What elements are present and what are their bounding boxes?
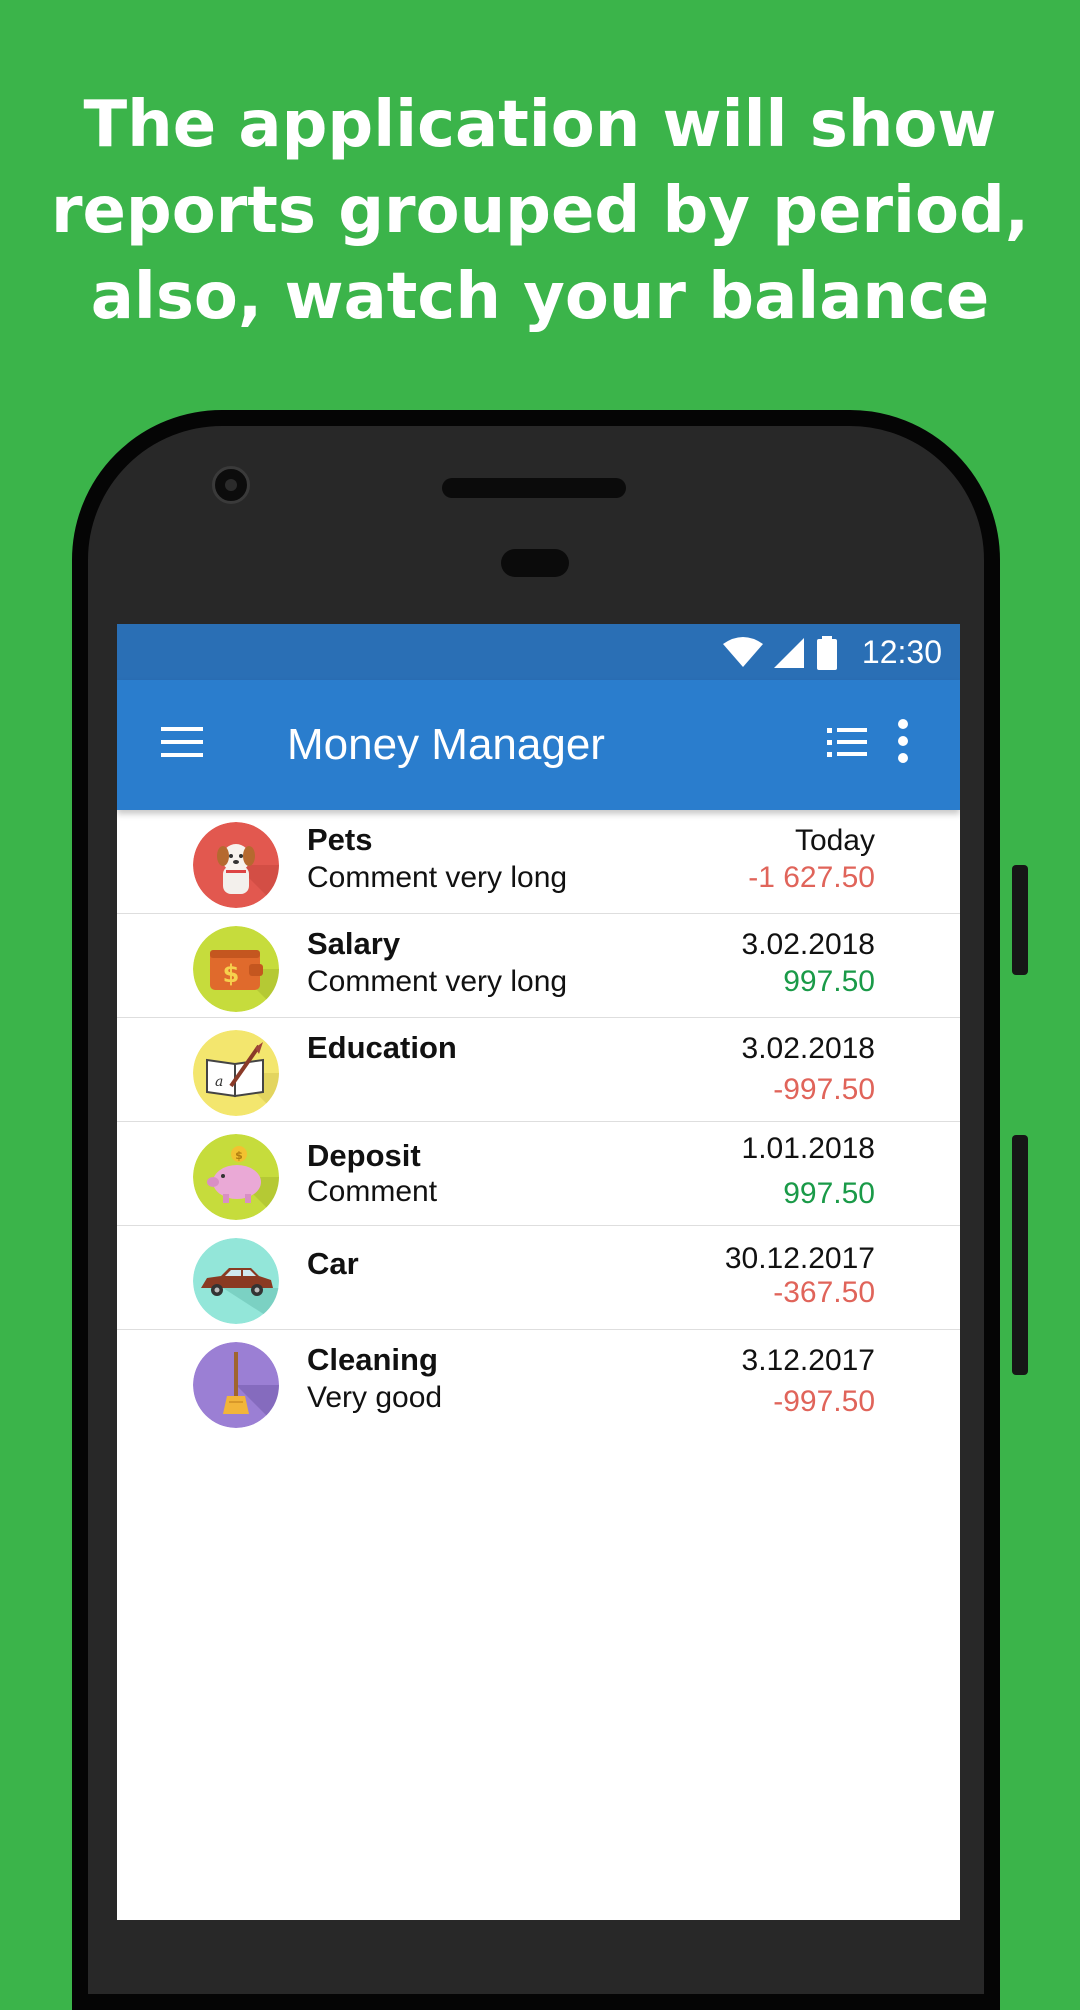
category-avatar: $ [193, 926, 279, 1012]
transaction-row-salary[interactable]: $ Salary Comment very long 3.02.2018 997… [117, 914, 960, 1018]
book-quill-icon: a [193, 1030, 279, 1116]
app-bar: Money Manager [117, 680, 960, 810]
promo-headline: The application will show reports groupe… [0, 82, 1080, 340]
headline-line-2: reports grouped by period, [50, 174, 1030, 248]
svg-text:$: $ [223, 960, 240, 988]
dog-icon [193, 822, 279, 908]
earpiece-speaker [442, 478, 626, 498]
transaction-amount: -997.50 [773, 1385, 875, 1418]
transaction-comment: Very good [307, 1381, 443, 1414]
transaction-row-cleaning[interactable]: Cleaning Very good 3.12.2017 -997.50 [117, 1330, 960, 1434]
status-icons [714, 636, 840, 670]
wifi-icon [723, 637, 763, 667]
phone-power-button [1012, 1135, 1028, 1375]
svg-text:$: $ [235, 1149, 243, 1162]
transaction-row-deposit[interactable]: $ Deposit Comment 1.01.2018 997.50 [117, 1122, 960, 1226]
headline-line-3: also, watch your balance [90, 260, 990, 334]
transaction-date: Today [794, 824, 875, 857]
category-name: Salary [307, 926, 401, 961]
car-icon [193, 1238, 279, 1324]
front-camera [212, 466, 250, 504]
transaction-date: 3.02.2018 [741, 1032, 875, 1065]
phone-volume-button [1012, 865, 1028, 975]
transaction-amount: -997.50 [773, 1073, 875, 1106]
cell-signal-icon [774, 638, 804, 668]
category-name: Car [307, 1246, 359, 1281]
category-avatar [193, 822, 279, 908]
category-avatar: a [193, 1030, 279, 1116]
transaction-date: 30.12.2017 [724, 1242, 875, 1275]
status-time: 12:30 [861, 634, 942, 670]
category-avatar [193, 1238, 279, 1324]
wallet-icon: $ [193, 926, 279, 1012]
category-name: Education [307, 1030, 457, 1065]
transaction-date: 3.02.2018 [741, 928, 875, 961]
app-title: Money Manager [287, 720, 605, 769]
broom-icon [193, 1342, 279, 1428]
transaction-amount: -1 627.50 [748, 861, 875, 894]
status-bar: 12:30 [117, 624, 960, 680]
more-vert-icon[interactable] [895, 718, 911, 764]
list-view-icon[interactable] [827, 725, 867, 759]
battery-icon [817, 636, 837, 670]
transaction-row-pets[interactable]: Pets Comment very long Today -1 627.50 [117, 810, 960, 914]
category-avatar: $ [193, 1134, 279, 1220]
transaction-date: 1.01.2018 [741, 1132, 875, 1165]
transaction-amount: 997.50 [783, 1177, 875, 1210]
transaction-list: Pets Comment very long Today -1 627.50 $… [117, 810, 960, 1434]
transaction-amount: 997.50 [783, 965, 875, 998]
transaction-comment: Comment very long [307, 861, 568, 894]
hamburger-menu-icon[interactable] [161, 725, 203, 759]
category-name: Pets [307, 822, 373, 857]
proximity-sensor [501, 549, 569, 577]
phone-screen: 12:30 Money Manager Pets Comment very lo… [117, 624, 960, 1920]
headline-line-1: The application will show [83, 88, 997, 162]
transaction-row-education[interactable]: a Education 3.02.2018 -997.50 [117, 1018, 960, 1122]
transaction-row-car[interactable]: Car 30.12.2017 -367.50 [117, 1226, 960, 1330]
piggy-bank-icon: $ [193, 1134, 279, 1220]
category-name: Cleaning [307, 1342, 438, 1377]
transaction-comment: Comment [307, 1175, 438, 1208]
category-name: Deposit [307, 1138, 421, 1173]
transaction-date: 3.12.2017 [741, 1344, 875, 1377]
category-avatar [193, 1342, 279, 1428]
transaction-comment: Comment very long [307, 965, 568, 998]
svg-text:a: a [215, 1074, 223, 1090]
transaction-amount: -367.50 [773, 1276, 875, 1309]
